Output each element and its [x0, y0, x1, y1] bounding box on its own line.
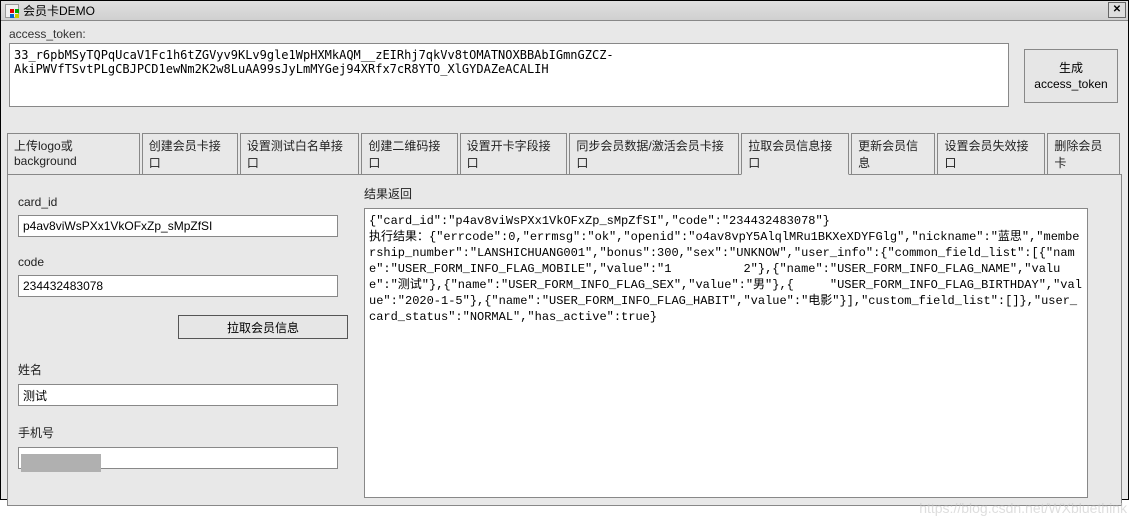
access-token-input[interactable] — [9, 43, 1009, 107]
tab-body: card_id code 拉取会员信息 姓名 手机号 结果返回 {"card_i… — [7, 174, 1122, 506]
form-left-column: card_id code 拉取会员信息 姓名 手机号 — [18, 185, 358, 493]
tab-sync-activate[interactable]: 同步会员数据/激活会员卡接口 — [569, 133, 739, 175]
app-icon — [5, 4, 19, 18]
window-title: 会员卡DEMO — [23, 2, 95, 19]
card-id-label: card_id — [18, 195, 358, 209]
result-textarea[interactable]: {"card_id":"p4av8viWsPXx1VkOFxZp_sMpZfSI… — [364, 208, 1088, 498]
fetch-member-button[interactable]: 拉取会员信息 — [178, 315, 348, 339]
name-label: 姓名 — [18, 361, 358, 378]
tabs-container: 上传logo或background 创建会员卡接口 设置测试白名单接口 创建二维… — [7, 133, 1122, 507]
tab-whitelist[interactable]: 设置测试白名单接口 — [240, 133, 360, 175]
card-id-input[interactable] — [18, 215, 338, 237]
code-input[interactable] — [18, 275, 338, 297]
phone-label: 手机号 — [18, 424, 358, 441]
tabs-bar: 上传logo或background 创建会员卡接口 设置测试白名单接口 创建二维… — [7, 133, 1122, 175]
phone-redacted-overlay — [21, 454, 101, 472]
tab-invalidate[interactable]: 设置会员失效接口 — [937, 133, 1045, 175]
tab-fetch-member[interactable]: 拉取会员信息接口 — [741, 133, 849, 175]
name-input[interactable] — [18, 384, 338, 406]
code-label: code — [18, 255, 358, 269]
result-column: 结果返回 {"card_id":"p4av8viWsPXx1VkOFxZp_sM… — [364, 185, 1094, 498]
close-button[interactable]: ✕ — [1108, 2, 1126, 18]
app-window: 会员卡DEMO ✕ access_token: 生成 access_token … — [0, 0, 1129, 500]
tab-update-member[interactable]: 更新会员信息 — [851, 133, 935, 175]
tab-delete-card[interactable]: 删除会员卡 — [1047, 133, 1120, 175]
token-panel: access_token: 生成 access_token — [1, 21, 1128, 111]
result-label: 结果返回 — [364, 185, 1094, 202]
access-token-label: access_token: — [9, 27, 86, 41]
tab-card-fields[interactable]: 设置开卡字段接口 — [460, 133, 568, 175]
titlebar: 会员卡DEMO ✕ — [1, 1, 1128, 21]
tab-upload-logo[interactable]: 上传logo或background — [7, 133, 140, 175]
tab-qrcode[interactable]: 创建二维码接口 — [361, 133, 457, 175]
tab-create-card[interactable]: 创建会员卡接口 — [142, 133, 238, 175]
generate-token-button[interactable]: 生成 access_token — [1024, 49, 1118, 103]
